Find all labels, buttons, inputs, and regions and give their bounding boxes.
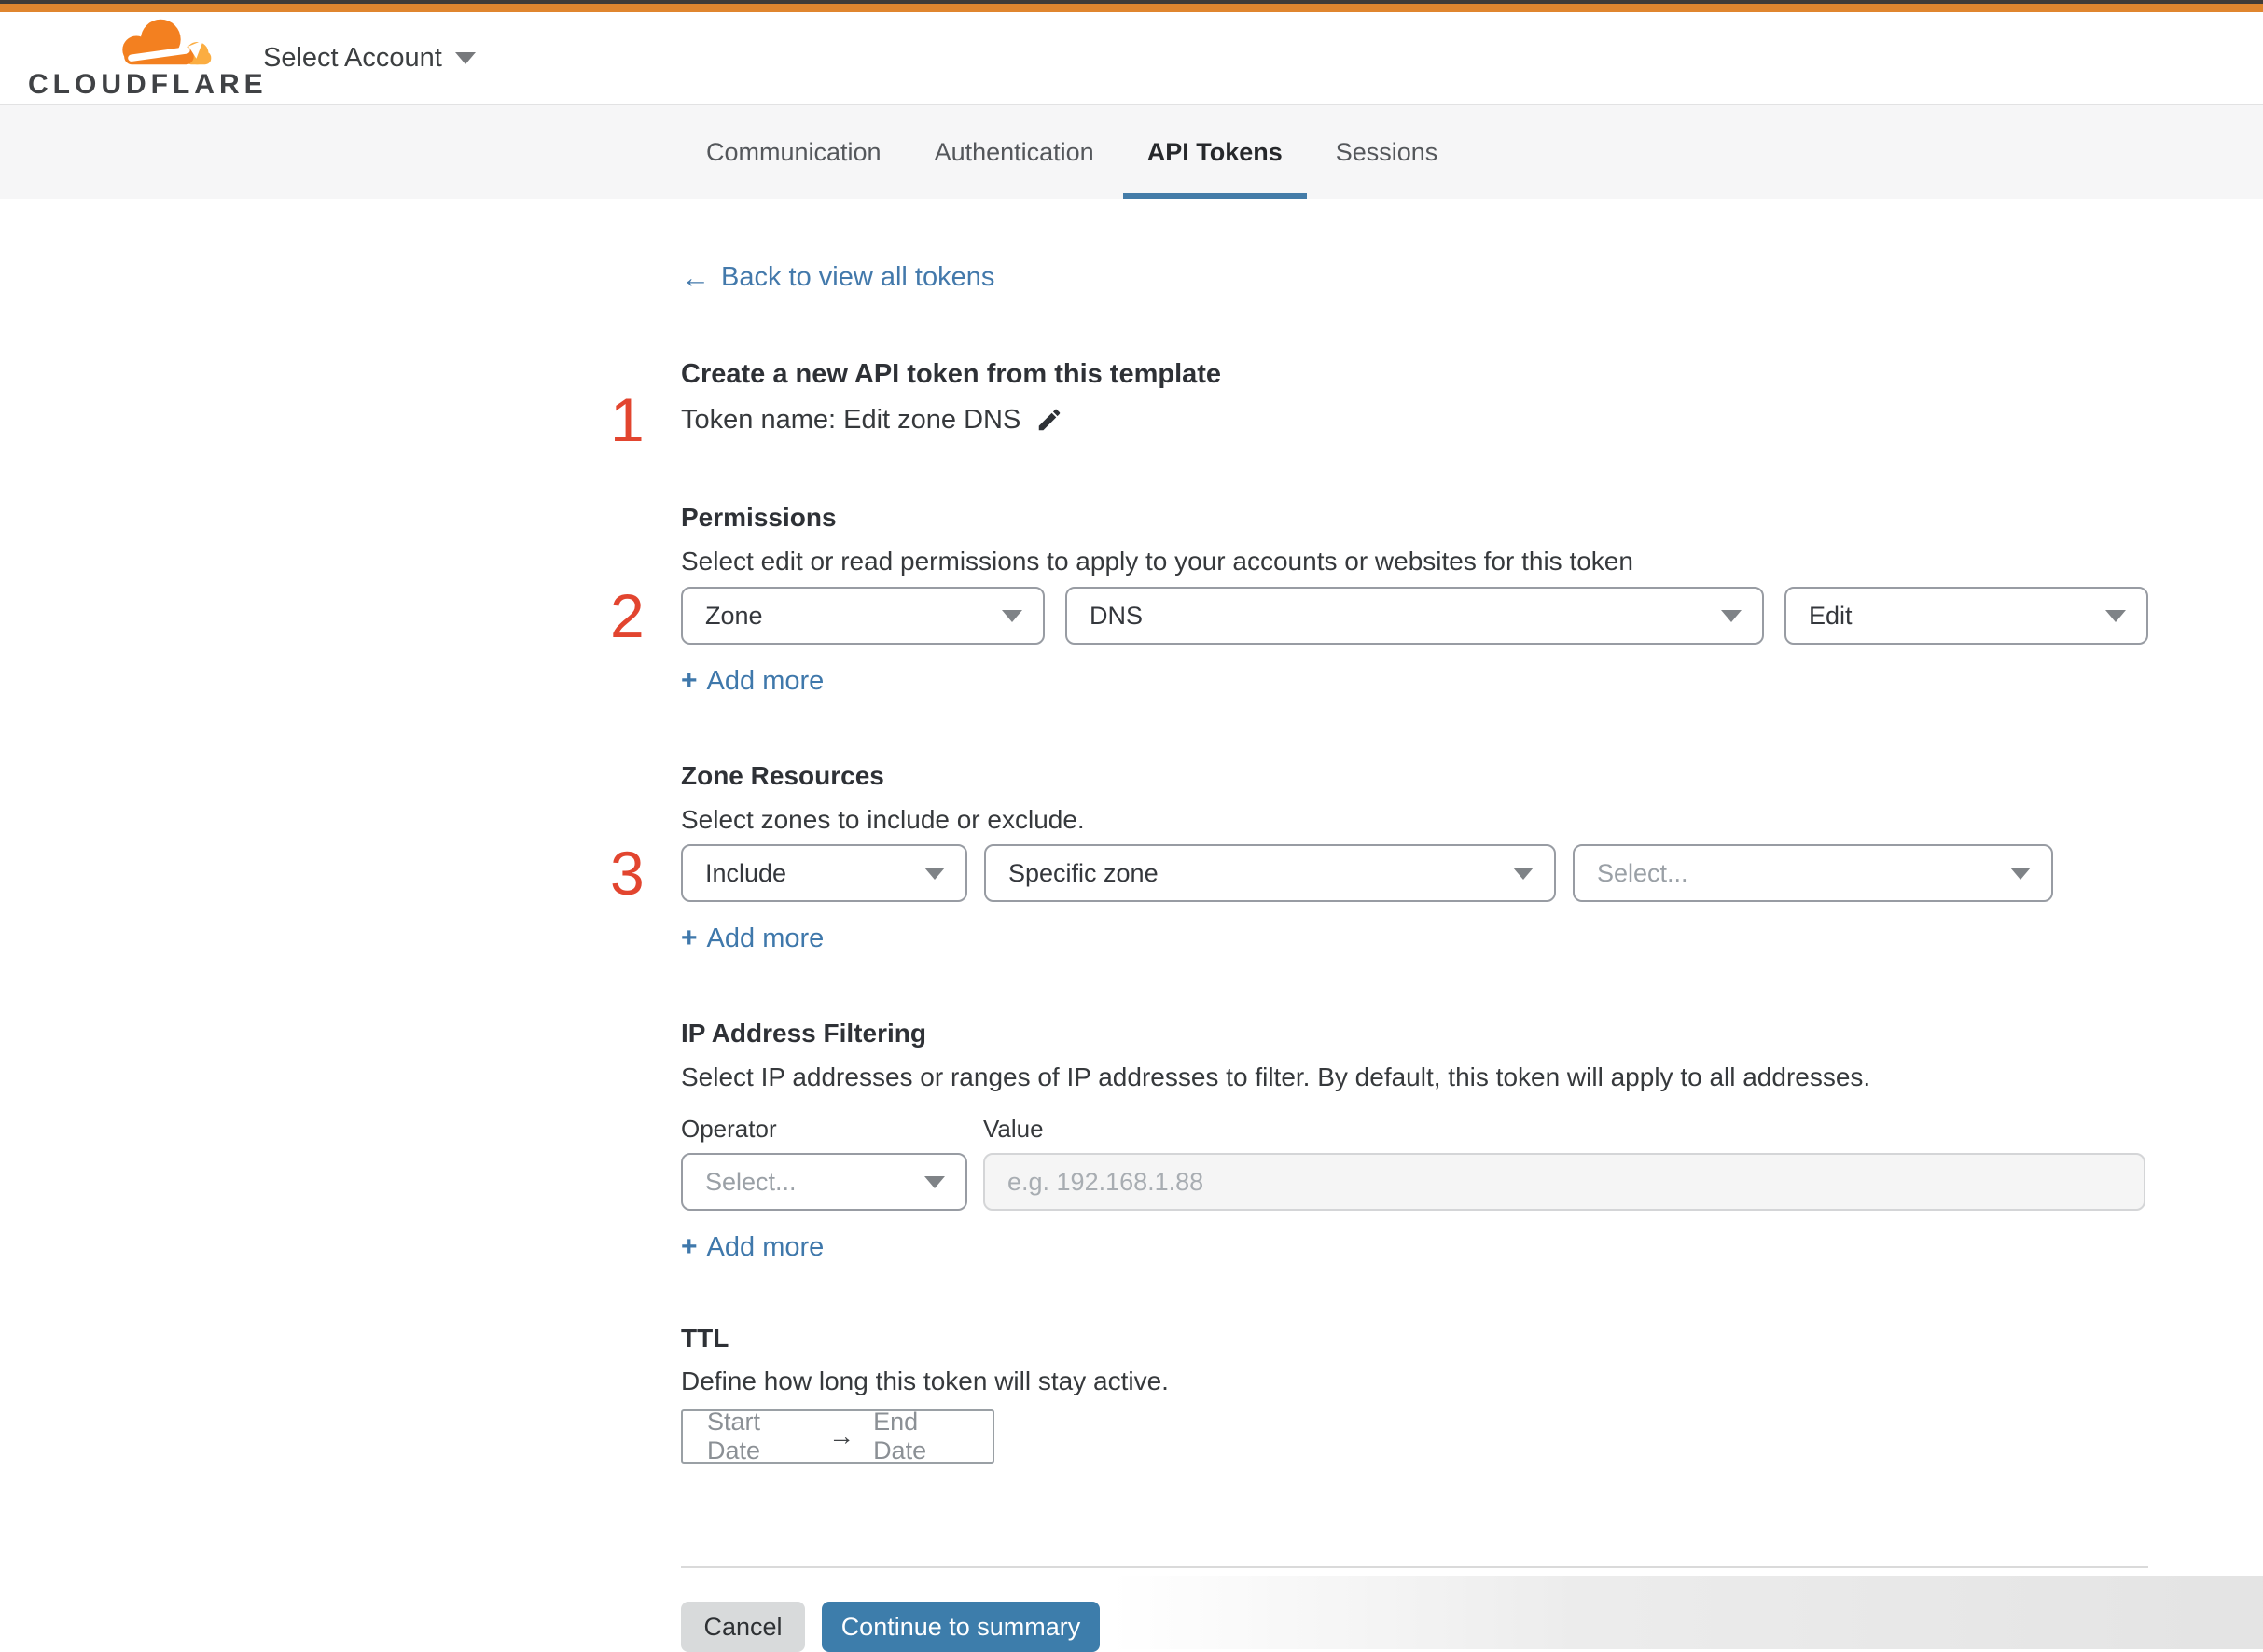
tab-row: Communication Authentication API Tokens … <box>706 105 1437 199</box>
permission-resource-select[interactable]: DNS <box>1065 587 1764 645</box>
top-accent-orange-bar <box>0 4 2263 12</box>
pencil-icon <box>1039 409 1061 431</box>
zone-resources-add-more-link[interactable]: + Add more <box>681 923 824 954</box>
ip-filtering-description: Select IP addresses or ranges of IP addr… <box>681 1062 1871 1091</box>
step-number-2: 2 <box>610 581 645 650</box>
zone-mode-select[interactable]: Include <box>681 844 967 902</box>
zone-picker-placeholder: Select... <box>1597 858 1688 887</box>
footer-actions: Cancel Continue to summary <box>681 1602 2148 1652</box>
token-name-row: 1 Token name: Edit zone DNS <box>610 389 2148 451</box>
zone-type-select[interactable]: Specific zone <box>984 844 1556 902</box>
continue-to-summary-button[interactable]: Continue to summary <box>822 1602 1100 1652</box>
footer-divider <box>681 1566 2148 1568</box>
zone-resources-add-more-label: Add more <box>706 923 825 953</box>
ttl-date-range-picker[interactable]: Start Date → End Date <box>681 1408 994 1465</box>
plus-icon: + <box>681 1231 698 1262</box>
permissions-add-more-link[interactable]: + Add more <box>681 665 824 697</box>
zone-resources-select-row: 3 Include Specific zone Select... <box>610 842 2148 904</box>
token-name-text: Token name: Edit zone DNS <box>681 405 1021 435</box>
end-date-field[interactable]: End Date <box>873 1408 968 1465</box>
chevron-down-icon <box>454 52 476 64</box>
ip-filtering-add-more-link[interactable]: + Add more <box>681 1231 824 1263</box>
permissions-add-more-label: Add more <box>706 666 825 696</box>
cancel-button[interactable]: Cancel <box>681 1602 805 1652</box>
chevron-down-icon <box>2010 867 2031 880</box>
permission-resource-value: DNS <box>1090 601 1144 630</box>
ip-filtering-title: IP Address Filtering <box>681 1019 926 1048</box>
chevron-down-icon <box>924 867 945 880</box>
start-date-field[interactable]: Start Date <box>707 1408 810 1465</box>
account-selector[interactable]: Select Account <box>263 43 476 74</box>
ip-filtering-add-more-label: Add more <box>706 1232 825 1262</box>
chevron-down-icon <box>1513 867 1534 880</box>
main-content: ← Back to view all tokens Create a new A… <box>610 199 2148 1652</box>
back-arrow-icon: ← <box>681 261 710 294</box>
ip-operator-select[interactable]: Select... <box>681 1153 967 1211</box>
back-link-label: Back to view all tokens <box>721 262 995 292</box>
permission-access-value: Edit <box>1809 601 1853 630</box>
tab-communication[interactable]: Communication <box>706 105 882 199</box>
ttl-title: TTL <box>681 1324 729 1353</box>
ip-filtering-labels: Operator Value <box>681 1115 2148 1144</box>
back-to-tokens-link[interactable]: ← Back to view all tokens <box>681 262 994 293</box>
plus-icon: + <box>681 665 698 696</box>
permissions-description: Select edit or read permissions to apply… <box>681 547 1633 576</box>
cloudflare-logo-text: CLOUDFLARE <box>28 68 268 100</box>
plus-icon: + <box>681 923 698 953</box>
chevron-down-icon <box>924 1175 945 1188</box>
cloudflare-cloud-icon <box>122 19 212 64</box>
ip-filtering-input-row: Select... <box>681 1153 2148 1211</box>
account-selector-label: Select Account <box>263 43 442 73</box>
tab-api-tokens[interactable]: API Tokens <box>1122 105 1307 199</box>
zone-mode-value: Include <box>705 858 787 887</box>
chevron-down-icon <box>2105 609 2126 622</box>
chevron-down-icon <box>1721 609 1742 622</box>
permission-scope-select[interactable]: Zone <box>681 587 1045 645</box>
chevron-down-icon <box>1002 609 1022 622</box>
tab-authentication[interactable]: Authentication <box>935 105 1094 199</box>
permissions-select-row: 2 Zone DNS Edit <box>610 585 2148 646</box>
permission-scope-value: Zone <box>705 601 763 630</box>
permission-access-select[interactable]: Edit <box>1784 587 2148 645</box>
ip-value-input <box>983 1153 2145 1211</box>
edit-token-name-button[interactable] <box>1035 406 1063 434</box>
permissions-title: Permissions <box>681 503 837 532</box>
header: CLOUDFLARE Select Account <box>0 12 2263 105</box>
zone-type-value: Specific zone <box>1008 858 1159 887</box>
zone-resources-description: Select zones to include or exclude. <box>681 805 1085 834</box>
arrow-right-icon: → <box>828 1422 855 1451</box>
zone-picker-select[interactable]: Select... <box>1573 844 2053 902</box>
tab-bar: Communication Authentication API Tokens … <box>0 105 2263 199</box>
cloudflare-logo[interactable]: CLOUDFLARE <box>28 17 268 101</box>
step-number-1: 1 <box>610 385 645 454</box>
ip-operator-placeholder: Select... <box>705 1167 797 1196</box>
zone-resources-title: Zone Resources <box>681 761 884 790</box>
tab-sessions[interactable]: Sessions <box>1336 105 1438 199</box>
step-number-3: 3 <box>610 839 645 908</box>
ttl-description: Define how long this token will stay act… <box>681 1367 1169 1395</box>
operator-label: Operator <box>681 1115 777 1143</box>
page-title: Create a new API token from this templat… <box>681 359 1222 389</box>
value-label: Value <box>983 1115 1044 1143</box>
